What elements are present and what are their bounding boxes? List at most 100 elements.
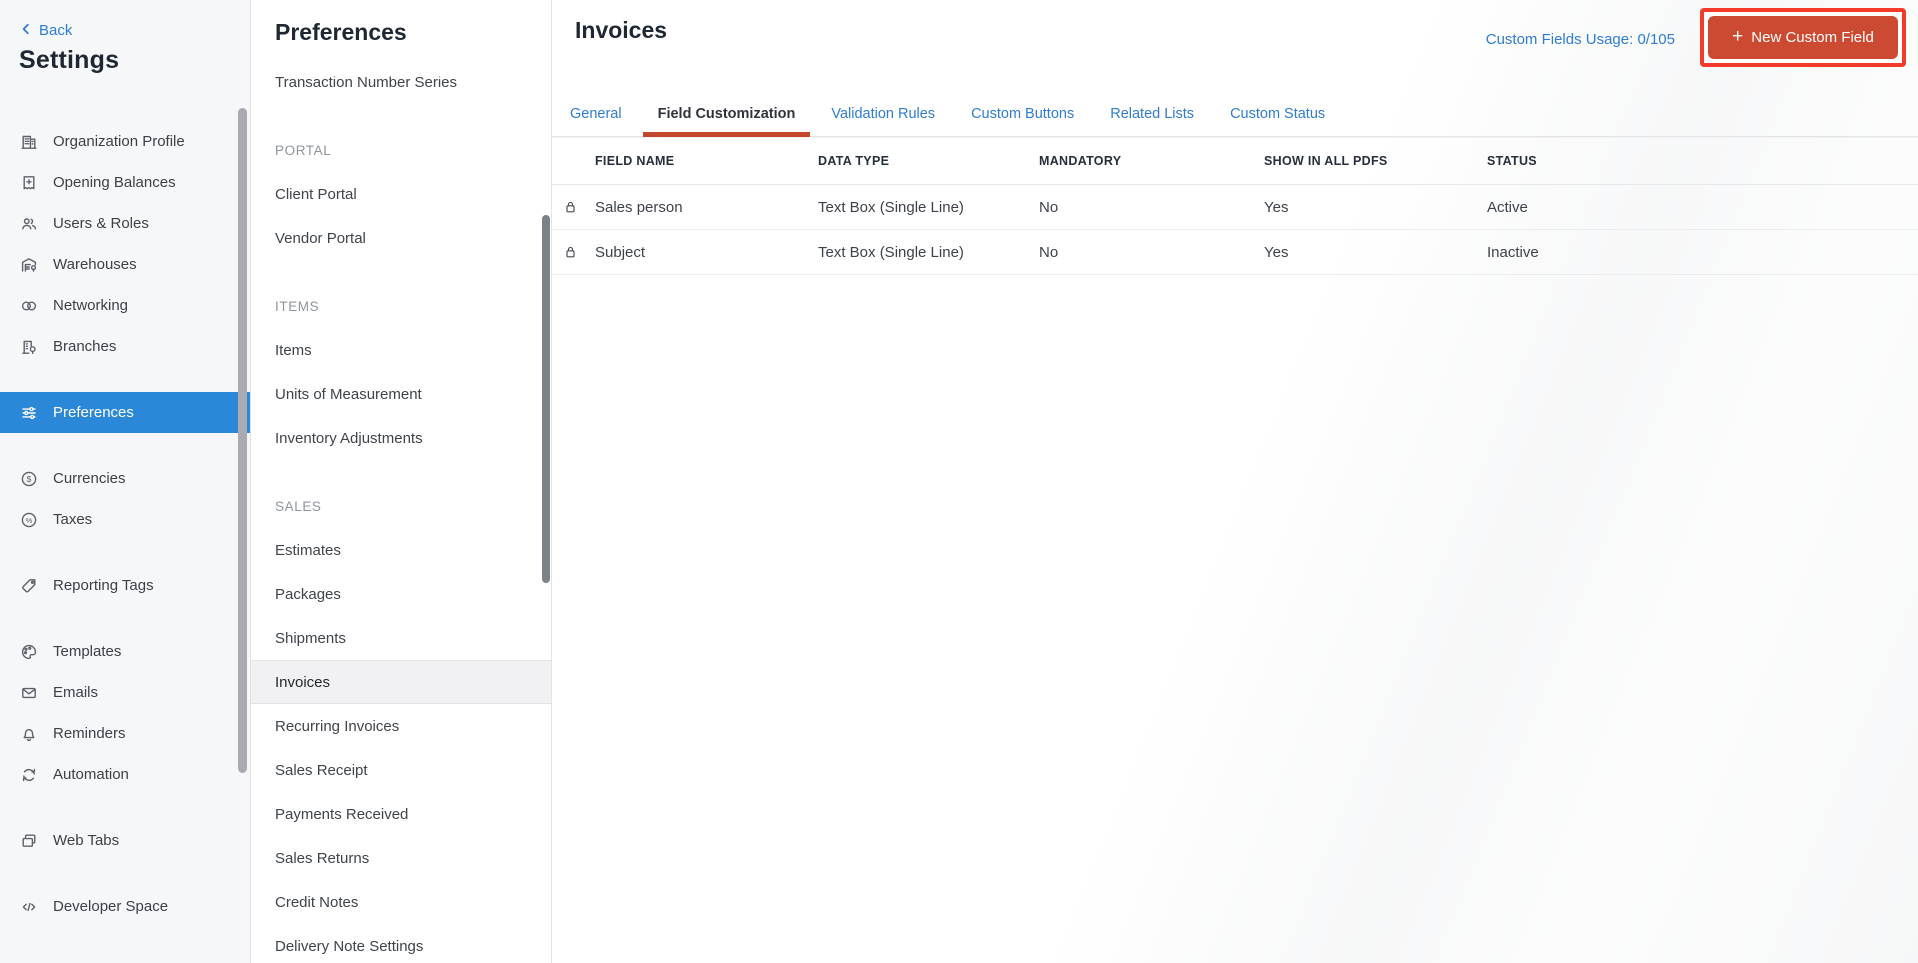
preferences-panel: Preferences Transaction Number Series POR…: [251, 0, 552, 963]
pref-item-sales-returns[interactable]: Sales Returns: [251, 836, 551, 880]
pref-item-recurring-invoices[interactable]: Recurring Invoices: [251, 704, 551, 748]
sidebar-item-templates[interactable]: Templates: [0, 631, 250, 672]
pref-section-heading-portal: PORTAL: [251, 128, 551, 172]
sidebar-item-label: Templates: [53, 643, 121, 660]
sidebar-item-label: Opening Balances: [53, 174, 176, 191]
sidebar-item-label: Automation: [53, 766, 129, 783]
tab-field-customization[interactable]: Field Customization: [658, 106, 796, 136]
back-label: Back: [39, 22, 72, 39]
sidebar-item-warehouses[interactable]: Warehouses: [0, 244, 250, 285]
sidebar-item-taxes[interactable]: %Taxes: [0, 499, 250, 540]
cell-show-in-all-pdfs: Yes: [1264, 199, 1487, 216]
custom-fields-usage-link[interactable]: Custom Fields Usage: 0/105: [1486, 31, 1675, 48]
sidebar-item-preferences[interactable]: Preferences: [0, 392, 250, 433]
table-header-row: FIELD NAMEDATA TYPEMANDATORYSHOW IN ALL …: [552, 137, 1918, 185]
sidebar-scrollbar[interactable]: [238, 108, 247, 773]
pref-item-transaction-number-series[interactable]: Transaction Number Series: [251, 74, 551, 104]
pref-item-units-of-measurement[interactable]: Units of Measurement: [251, 372, 551, 416]
pref-item-label: Delivery Note Settings: [275, 938, 423, 955]
pref-item-label: Units of Measurement: [275, 386, 422, 403]
table-row-subject[interactable]: SubjectText Box (Single Line)NoYesInacti…: [552, 230, 1918, 275]
users-icon: [20, 215, 38, 233]
mail-icon: [20, 684, 38, 702]
bell-icon: [20, 725, 38, 743]
sidebar-item-label: Reporting Tags: [53, 577, 154, 594]
tab-custom-status[interactable]: Custom Status: [1230, 106, 1325, 136]
svg-text:$: $: [27, 474, 32, 484]
tab-validation-rules[interactable]: Validation Rules: [831, 106, 935, 136]
sidebar-group-0: Organization Profile Opening Balances User…: [0, 121, 250, 367]
sidebar-group-4: Templates Emails Reminders Automation: [0, 631, 250, 795]
sidebar-item-branches[interactable]: Branches: [0, 326, 250, 367]
sidebar-item-label: Web Tabs: [53, 832, 119, 849]
pref-item-label: Client Portal: [275, 186, 357, 203]
pref-item-label: Sales Returns: [275, 850, 369, 867]
pref-item-sales-receipt[interactable]: Sales Receipt: [251, 748, 551, 792]
sliders-icon: [20, 404, 38, 422]
pref-item-delivery-note-settings[interactable]: Delivery Note Settings: [251, 924, 551, 963]
pref-item-label: Invoices: [275, 674, 330, 691]
sidebar-item-opening-balances[interactable]: Opening Balances: [0, 162, 250, 203]
sidebar-item-label: Organization Profile: [53, 133, 185, 150]
sidebar-item-organization-profile[interactable]: Organization Profile: [0, 121, 250, 162]
sidebar-item-users-roles[interactable]: Users & Roles: [0, 203, 250, 244]
column-header-data-type: DATA TYPE: [818, 154, 1039, 168]
column-header-show-in-all-pdfs: SHOW IN ALL PDFS: [1264, 154, 1487, 168]
pref-item-payments-received[interactable]: Payments Received: [251, 792, 551, 836]
pref-item-client-portal[interactable]: Client Portal: [251, 172, 551, 216]
cell-mandatory: No: [1039, 244, 1264, 261]
sidebar-group-3: Reporting Tags: [0, 565, 250, 606]
table-row-sales-person[interactable]: Sales personText Box (Single Line)NoYesA…: [552, 185, 1918, 230]
palette-icon: [20, 643, 38, 661]
sidebar-item-label: Taxes: [53, 511, 92, 528]
pref-item-label: Estimates: [275, 542, 341, 559]
lock-icon: [562, 244, 595, 260]
pref-item-label: Transaction Number Series: [275, 74, 457, 91]
preferences-scrollbar[interactable]: [542, 215, 550, 583]
cell-field-name: Subject: [595, 244, 818, 261]
column-header-mandatory: MANDATORY: [1039, 154, 1264, 168]
sidebar-item-emails[interactable]: Emails: [0, 672, 250, 713]
plus-icon: +: [1732, 27, 1743, 46]
sidebar-item-label: Users & Roles: [53, 215, 149, 232]
back-link[interactable]: Back: [20, 22, 72, 39]
pref-item-items[interactable]: Items: [251, 328, 551, 372]
pref-item-label: Inventory Adjustments: [275, 430, 423, 447]
cell-show-in-all-pdfs: Yes: [1264, 244, 1487, 261]
settings-sidebar: Back Settings Organization ProfileOpenin…: [0, 0, 251, 963]
network-icon: [20, 297, 38, 315]
sidebar-item-networking[interactable]: Networking: [0, 285, 250, 326]
pref-item-packages[interactable]: Packages: [251, 572, 551, 616]
lock-icon: [562, 199, 595, 215]
pref-section-heading-items: ITEMS: [251, 284, 551, 328]
sidebar-item-label: Reminders: [53, 725, 126, 742]
sidebar-item-web-tabs[interactable]: Web Tabs: [0, 820, 250, 861]
sidebar-item-reminders[interactable]: Reminders: [0, 713, 250, 754]
app-root: Back Settings Organization ProfileOpenin…: [0, 0, 1918, 963]
pref-item-estimates[interactable]: Estimates: [251, 528, 551, 572]
sidebar-item-developer-space[interactable]: Developer Space: [0, 886, 250, 927]
tab-bar: General Field Customization Validation Rul…: [552, 86, 1918, 137]
pref-item-shipments[interactable]: Shipments: [251, 616, 551, 660]
tag-icon: [20, 577, 38, 595]
cell-data-type: Text Box (Single Line): [818, 199, 1039, 216]
tab-custom-buttons[interactable]: Custom Buttons: [971, 106, 1074, 136]
pref-item-inventory-adjustments[interactable]: Inventory Adjustments: [251, 416, 551, 460]
tab-general[interactable]: General: [570, 106, 622, 136]
sidebar-item-reporting-tags[interactable]: Reporting Tags: [0, 565, 250, 606]
new-custom-field-button[interactable]: + New Custom Field: [1708, 16, 1898, 59]
cell-field-name: Sales person: [595, 199, 818, 216]
tab-related-lists[interactable]: Related Lists: [1110, 106, 1194, 136]
pref-item-label: Vendor Portal: [275, 230, 366, 247]
sidebar-item-currencies[interactable]: $Currencies: [0, 458, 250, 499]
sidebar-item-automation[interactable]: Automation: [0, 754, 250, 795]
pref-item-credit-notes[interactable]: Credit Notes: [251, 880, 551, 924]
sidebar-item-label: Warehouses: [53, 256, 137, 273]
cell-data-type: Text Box (Single Line): [818, 244, 1039, 261]
pref-item-vendor-portal[interactable]: Vendor Portal: [251, 216, 551, 260]
column-header-status: STATUS: [1487, 154, 1918, 168]
pref-item-invoices[interactable]: Invoices: [251, 660, 551, 704]
preferences-title: Preferences: [275, 19, 407, 46]
code-icon: [20, 898, 38, 916]
cell-status: Inactive: [1487, 244, 1918, 261]
